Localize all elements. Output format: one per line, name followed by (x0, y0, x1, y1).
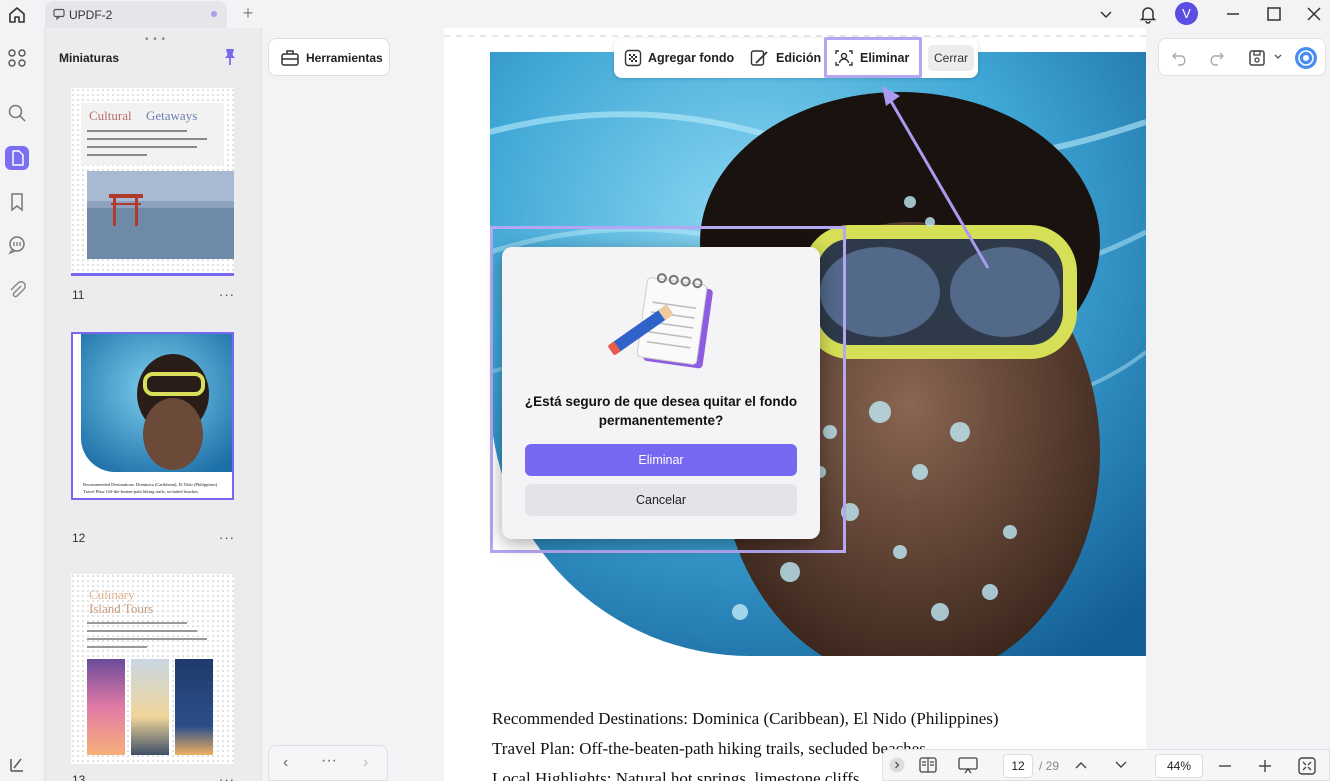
right-toolbar (1158, 38, 1326, 76)
chevron-down-icon[interactable] (1273, 52, 1283, 62)
dialog-message: ¿Está seguro de que desea quitar el fond… (524, 394, 798, 428)
pages-icon[interactable] (5, 146, 29, 170)
thumbnail-page-13[interactable]: Culinary Island Tours (71, 574, 234, 764)
tools-button[interactable]: Herramientas (268, 38, 390, 76)
bell-icon[interactable] (1138, 4, 1158, 24)
zoom-out-icon[interactable] (1217, 758, 1233, 774)
bookmark-icon[interactable] (5, 190, 29, 214)
pin-icon[interactable] (222, 47, 238, 67)
redo-icon[interactable] (1207, 49, 1225, 67)
thumb-13-heading-1: Culinary (89, 587, 135, 602)
thumbnail-13-more-button[interactable]: ··· (219, 772, 235, 781)
toolbox-icon (281, 50, 299, 66)
more-pages-button[interactable]: ··· (321, 752, 337, 770)
thumbnail-12-more-button[interactable]: ··· (219, 530, 235, 545)
edit-background-button[interactable]: Edición (750, 38, 821, 78)
thumbnail-page-11[interactable]: Cultural Getaways (71, 88, 234, 276)
document-line-3: Local Highlights: Natural hot springs, l… (492, 769, 860, 781)
edit-background-label: Edición (776, 51, 822, 65)
tools-label: Herramientas (306, 51, 383, 65)
minimize-icon[interactable] (1224, 4, 1242, 24)
title-bar: UPDF-2 + V (0, 0, 1330, 28)
annotation-arrow (882, 86, 990, 269)
cancel-button[interactable]: Cancelar (525, 484, 797, 516)
thumbnail-13-preview: Culinary Island Tours (71, 574, 234, 764)
edit-icon (750, 50, 768, 66)
save-icon[interactable] (1247, 48, 1267, 68)
undo-icon[interactable] (1171, 49, 1189, 67)
chevron-down-icon[interactable] (1098, 4, 1114, 24)
document-tab[interactable]: UPDF-2 (45, 1, 227, 28)
attachment-icon[interactable] (5, 278, 29, 302)
tab-title: UPDF-2 (69, 8, 113, 22)
avatar[interactable]: V (1175, 2, 1198, 25)
fit-page-icon[interactable] (1297, 756, 1317, 776)
thumbnail-12-preview: Recommended Destinations: Dominica (Cari… (73, 334, 232, 498)
collapse-icon[interactable] (889, 757, 905, 773)
thumbnail-11-preview: Cultural Getaways (71, 88, 234, 273)
ai-assistant-icon[interactable] (1294, 46, 1318, 70)
background-toolbar: Agregar fondo Edición Eliminar Cerrar (614, 38, 978, 78)
status-bar: 12 / 29 44% (882, 749, 1330, 781)
add-background-button[interactable]: Agregar fondo (624, 38, 734, 78)
chevron-up-icon[interactable] (1073, 758, 1089, 772)
confirm-remove-button[interactable]: Eliminar (525, 444, 797, 476)
thumb-11-heading-1: Cultural (89, 108, 132, 123)
zoom-in-icon[interactable] (1257, 758, 1273, 774)
chevron-right-icon[interactable]: › (363, 754, 368, 772)
chevron-down-icon[interactable] (1113, 758, 1129, 772)
remove-button-highlight (824, 37, 922, 78)
home-icon[interactable] (6, 4, 28, 26)
confirm-dialog: ¿Está seguro de que desea quitar el fond… (502, 247, 820, 539)
total-pages: / 29 (1039, 759, 1060, 773)
maximize-icon[interactable] (1265, 4, 1283, 24)
thumb-11-heading-2: Getaways (146, 108, 197, 123)
panel-grip[interactable]: • • • (145, 34, 166, 45)
thumbnails-title: Miniaturas (59, 51, 120, 65)
document-line-1: Recommended Destinations: Dominica (Cari… (492, 709, 999, 728)
new-tab-button[interactable]: + (240, 4, 256, 22)
thumb-13-heading-2: Island Tours (89, 601, 153, 616)
comments-icon[interactable] (5, 233, 29, 257)
thumbnail-11-more-button[interactable]: ··· (219, 287, 235, 302)
notepad-pencil-icon (608, 273, 713, 369)
thumbnail-page-12[interactable]: Recommended Destinations: Dominica (Cari… (71, 332, 234, 500)
left-rail (0, 28, 36, 781)
presentation-icon[interactable] (957, 756, 979, 774)
thumbnail-12-number: 12 (72, 531, 86, 545)
page-nav-bar: ‹ ··· › (268, 745, 388, 781)
comment-icon (53, 8, 65, 20)
close-toolbar-button[interactable]: Cerrar (928, 45, 974, 71)
grid-icon[interactable] (5, 46, 29, 70)
thumbnail-13-number: 13 (72, 773, 86, 781)
thumbnails-panel: • • • Miniaturas Cultural Getaways 11 ··… (44, 28, 262, 781)
thumbnail-11-number: 11 (72, 288, 85, 302)
page-number-input[interactable]: 12 (1003, 754, 1033, 778)
close-icon[interactable] (1305, 4, 1323, 24)
add-background-label: Agregar fondo (648, 51, 735, 65)
unsaved-indicator (211, 11, 217, 17)
search-icon[interactable] (5, 101, 29, 125)
document-line-2: Travel Plan: Off-the-beaten-path hiking … (492, 739, 926, 758)
page-layout-icon[interactable] (918, 756, 938, 774)
zoom-level[interactable]: 44% (1155, 754, 1203, 778)
layers-icon[interactable] (5, 753, 29, 777)
chevron-left-icon[interactable]: ‹ (283, 754, 288, 772)
checker-icon (624, 49, 642, 67)
